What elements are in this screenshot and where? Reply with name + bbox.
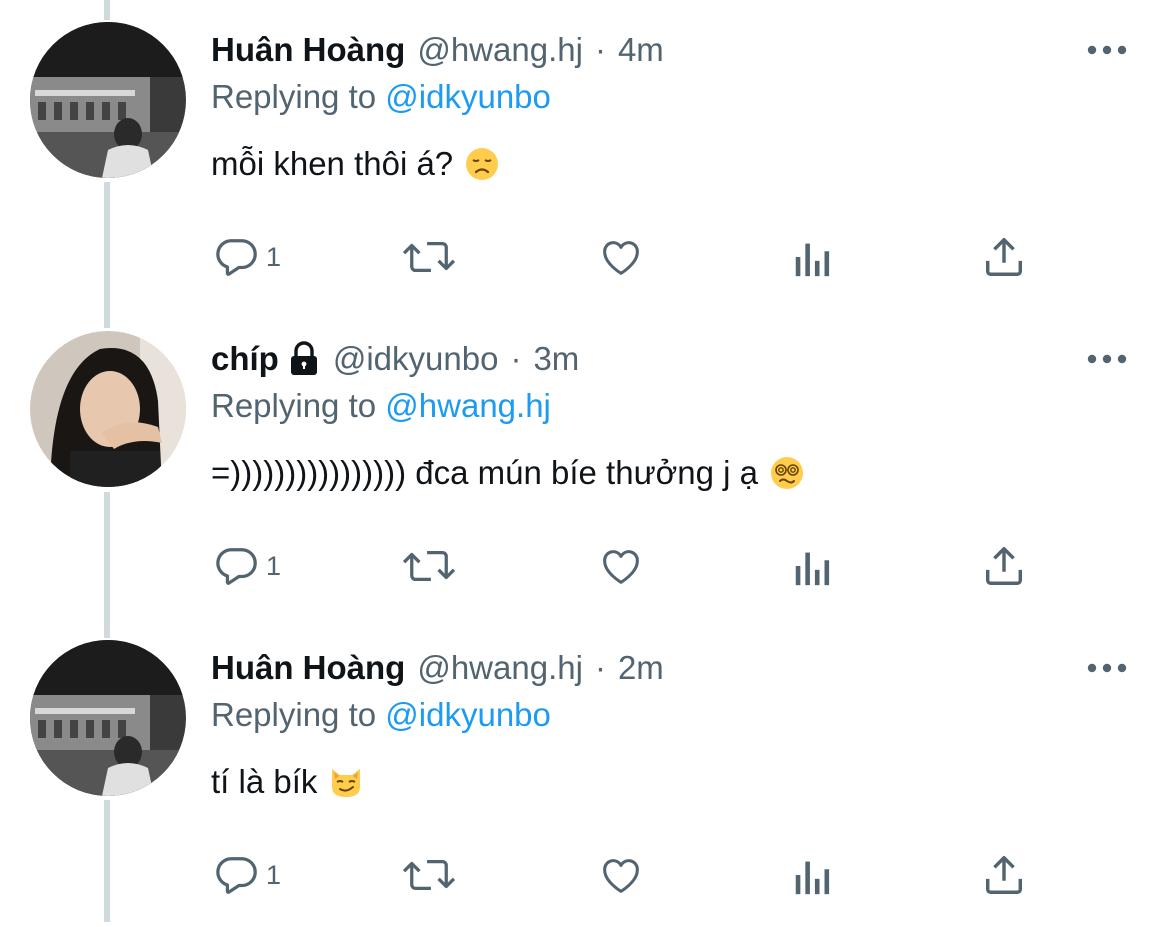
display-name[interactable]: Huân Hoàng	[211, 649, 405, 687]
share-icon	[985, 856, 1023, 894]
analytics-button[interactable]	[792, 850, 834, 900]
tweet-body: mỗi khen thôi á?	[211, 145, 454, 182]
like-button[interactable]	[597, 850, 645, 900]
tweet[interactable]: Huân Hoàng @hwang.hj · 2m Replying to @i…	[0, 618, 1170, 927]
lock-icon	[287, 341, 321, 377]
separator-dot: ·	[594, 649, 606, 686]
share-button[interactable]	[981, 850, 1027, 900]
reply-count: 1	[266, 241, 282, 272]
retweet-button[interactable]	[400, 541, 458, 591]
reply-button[interactable]: 1	[214, 232, 281, 282]
mention-link[interactable]: @hwang.hj	[385, 387, 551, 424]
more-icon[interactable]	[1086, 349, 1128, 369]
mention-link[interactable]: @idkyunbo	[385, 78, 551, 115]
tweet-actions: 1	[0, 541, 1170, 591]
reply-button[interactable]: 1	[214, 850, 281, 900]
dizzy-face-icon	[770, 456, 804, 490]
replying-to: Replying to @idkyunbo	[211, 78, 551, 116]
tweet-text: =)))))))))))))))) đca mún bíe thưởng j ạ	[211, 454, 804, 492]
analytics-icon	[795, 552, 830, 586]
more-icon[interactable]	[1086, 658, 1128, 678]
analytics-button[interactable]	[792, 232, 834, 282]
share-button[interactable]	[981, 541, 1027, 591]
avatar[interactable]	[30, 331, 186, 487]
timestamp[interactable]: 4m	[618, 31, 664, 69]
mention-link[interactable]: @idkyunbo	[385, 696, 551, 733]
smirking-cat-face-icon	[329, 765, 363, 799]
replying-to-label: Replying to	[211, 387, 377, 424]
retweet-icon	[402, 550, 456, 582]
tweet-actions: 1	[0, 850, 1170, 900]
tweet-header: Huân Hoàng @hwang.hj · 2m	[211, 646, 664, 690]
tweet-body: =)))))))))))))))) đca mún bíe thưởng j ạ	[211, 454, 759, 491]
replying-to-label: Replying to	[211, 78, 377, 115]
tweet-text: tí là bík	[211, 763, 363, 801]
reply-count: 1	[266, 550, 282, 581]
share-button[interactable]	[981, 232, 1027, 282]
analytics-button[interactable]	[792, 541, 834, 591]
tweet-text: mỗi khen thôi á?	[211, 145, 499, 183]
disappointed-face-icon	[465, 147, 499, 181]
timestamp[interactable]: 2m	[618, 649, 664, 687]
user-handle[interactable]: @hwang.hj	[417, 31, 583, 69]
timestamp[interactable]: 3m	[533, 340, 579, 378]
reply-icon	[216, 239, 257, 276]
analytics-icon	[795, 243, 830, 277]
analytics-icon	[795, 861, 830, 895]
display-name[interactable]: Huân Hoàng	[211, 31, 405, 69]
like-icon	[603, 241, 639, 275]
separator-dot: ·	[594, 31, 606, 68]
retweet-icon	[402, 241, 456, 273]
user-handle[interactable]: @idkyunbo	[333, 340, 499, 378]
reply-count: 1	[266, 859, 282, 890]
retweet-button[interactable]	[400, 232, 458, 282]
tweet[interactable]: chíp @idkyunbo · 3m Replying to @hwang.h…	[0, 309, 1170, 618]
share-icon	[985, 238, 1023, 276]
replying-to: Replying to @hwang.hj	[211, 387, 551, 425]
tweet-header: Huân Hoàng @hwang.hj · 4m	[211, 28, 664, 72]
tweet[interactable]: Huân Hoàng @hwang.hj · 4m Replying to @i…	[0, 0, 1170, 309]
reply-icon	[216, 548, 257, 585]
avatar[interactable]	[30, 640, 186, 796]
tweet-body: tí là bík	[211, 763, 318, 800]
more-icon[interactable]	[1086, 40, 1128, 60]
replying-to-label: Replying to	[211, 696, 377, 733]
like-button[interactable]	[597, 232, 645, 282]
retweet-icon	[402, 859, 456, 891]
reply-button[interactable]: 1	[214, 541, 281, 591]
like-button[interactable]	[597, 541, 645, 591]
share-icon	[985, 547, 1023, 585]
replying-to: Replying to @idkyunbo	[211, 696, 551, 734]
like-icon	[603, 859, 639, 893]
avatar[interactable]	[30, 22, 186, 178]
separator-dot: ·	[510, 340, 522, 377]
tweet-header: chíp @idkyunbo · 3m	[211, 337, 579, 381]
like-icon	[603, 550, 639, 584]
reply-icon	[216, 857, 257, 894]
retweet-button[interactable]	[400, 850, 458, 900]
tweet-actions: 1	[0, 232, 1170, 282]
display-name[interactable]: chíp	[211, 340, 279, 378]
user-handle[interactable]: @hwang.hj	[417, 649, 583, 687]
